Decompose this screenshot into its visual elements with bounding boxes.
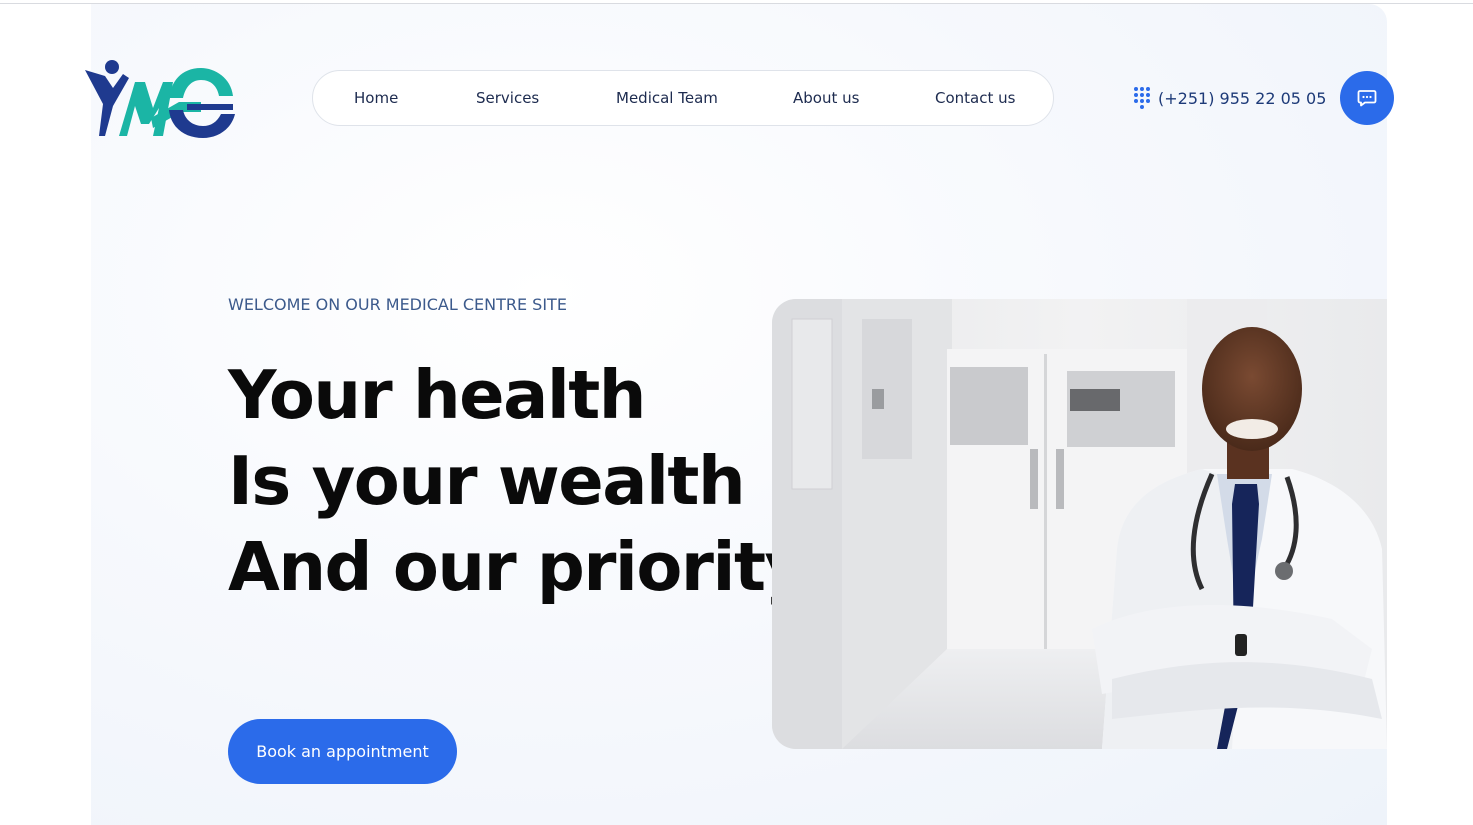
nav-item-contact-us[interactable]: Contact us bbox=[935, 71, 1015, 125]
headline-line-3: And our priority bbox=[228, 528, 808, 606]
hero-headline: Your health Is your wealth And our prior… bbox=[228, 352, 808, 610]
nav-item-medical-team[interactable]: Medical Team bbox=[616, 71, 718, 125]
nav-item-about-us[interactable]: About us bbox=[793, 71, 859, 125]
nav-item-services[interactable]: Services bbox=[476, 71, 539, 125]
chat-bubble-icon bbox=[1357, 90, 1377, 107]
book-appointment-button[interactable]: Book an appointment bbox=[228, 719, 457, 784]
phone-contact[interactable]: (+251) 955 22 05 05 bbox=[1134, 84, 1326, 112]
hero-eyebrow: WELCOME ON OUR MEDICAL CENTRE SITE bbox=[228, 295, 567, 314]
main-nav: Home Services Medical Team About us Cont… bbox=[312, 70, 1054, 126]
headline-line-1: Your health bbox=[228, 356, 647, 434]
chat-button[interactable] bbox=[1340, 71, 1394, 125]
site-logo[interactable] bbox=[83, 58, 237, 140]
dial-pad-icon bbox=[1134, 87, 1150, 109]
phone-number: (+251) 955 22 05 05 bbox=[1158, 88, 1327, 108]
nav-item-home[interactable]: Home bbox=[354, 71, 398, 125]
headline-line-2: Is your wealth bbox=[228, 442, 746, 520]
doctor-in-hospital-corridor-photo bbox=[772, 299, 1387, 749]
